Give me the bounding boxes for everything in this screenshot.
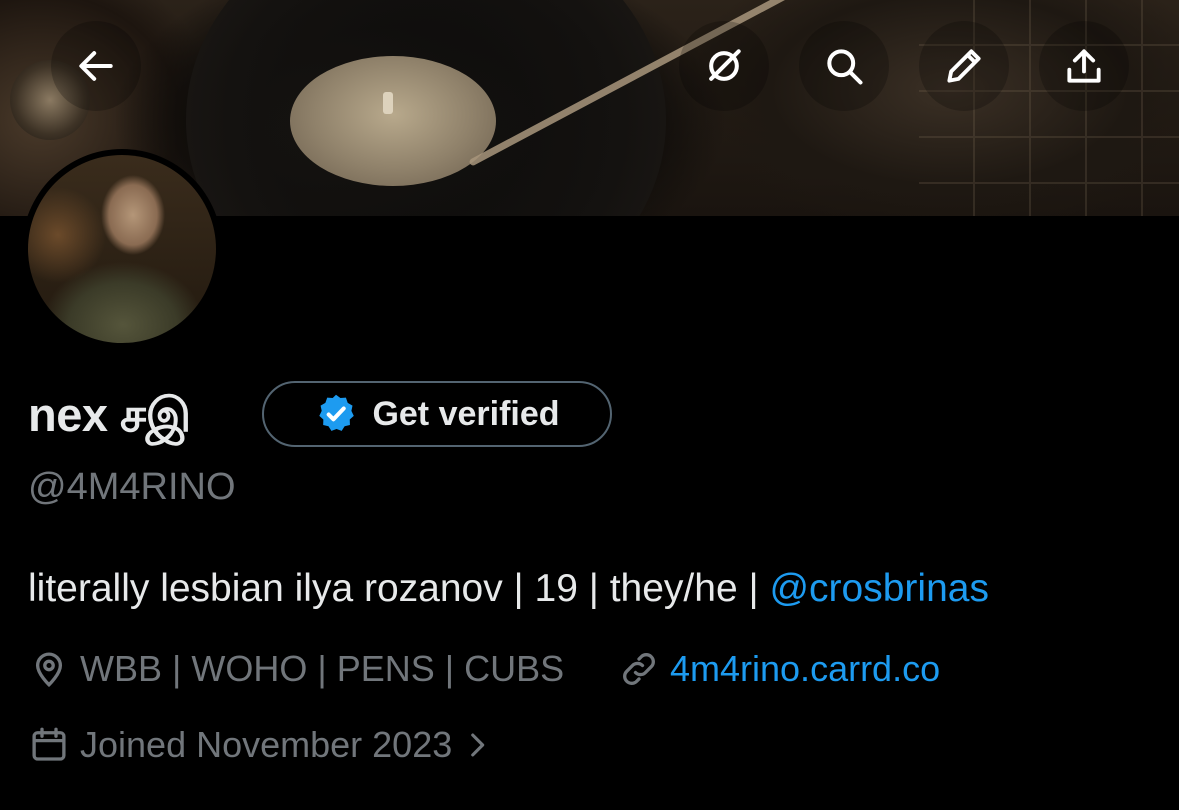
joined-date[interactable]: Joined November 2023 (28, 724, 504, 766)
bio: literally lesbian ilya rozanov | 19 | th… (28, 567, 989, 611)
back-button[interactable] (51, 21, 141, 111)
display-name: nex சஇ (28, 388, 191, 441)
location-text: WBB | WOHO | PENS | CUBS (80, 648, 565, 689)
edit-button[interactable] (919, 21, 1009, 111)
website-link[interactable]: 4m4rino.carrd.co (670, 648, 940, 690)
get-verified-label: Get verified (372, 394, 560, 433)
search-icon (827, 49, 863, 85)
bio-text: literally lesbian ilya rozanov | 19 | th… (28, 567, 770, 610)
arrow-left-icon (79, 51, 113, 81)
calendar-icon (32, 727, 66, 761)
edit-icon (947, 49, 981, 83)
verified-badge-icon (319, 394, 355, 431)
grok-button[interactable] (679, 21, 769, 111)
avatar[interactable] (22, 149, 222, 349)
joined-text: Joined November 2023 (80, 724, 453, 765)
chevron-right-icon (471, 733, 485, 757)
user-handle: @4M4RINO (28, 466, 236, 508)
website[interactable]: 4m4rino.carrd.co (618, 648, 940, 690)
location-pin-icon (35, 652, 63, 688)
get-verified-button[interactable]: Get verified (262, 381, 612, 447)
link-icon (623, 653, 655, 685)
share-icon (1067, 49, 1101, 83)
grok-icon (709, 49, 741, 81)
search-button[interactable] (799, 21, 889, 111)
location: WBB | WOHO | PENS | CUBS (28, 648, 564, 690)
bio-mention-link[interactable]: @crosbrinas (769, 567, 989, 610)
share-button[interactable] (1039, 21, 1129, 111)
